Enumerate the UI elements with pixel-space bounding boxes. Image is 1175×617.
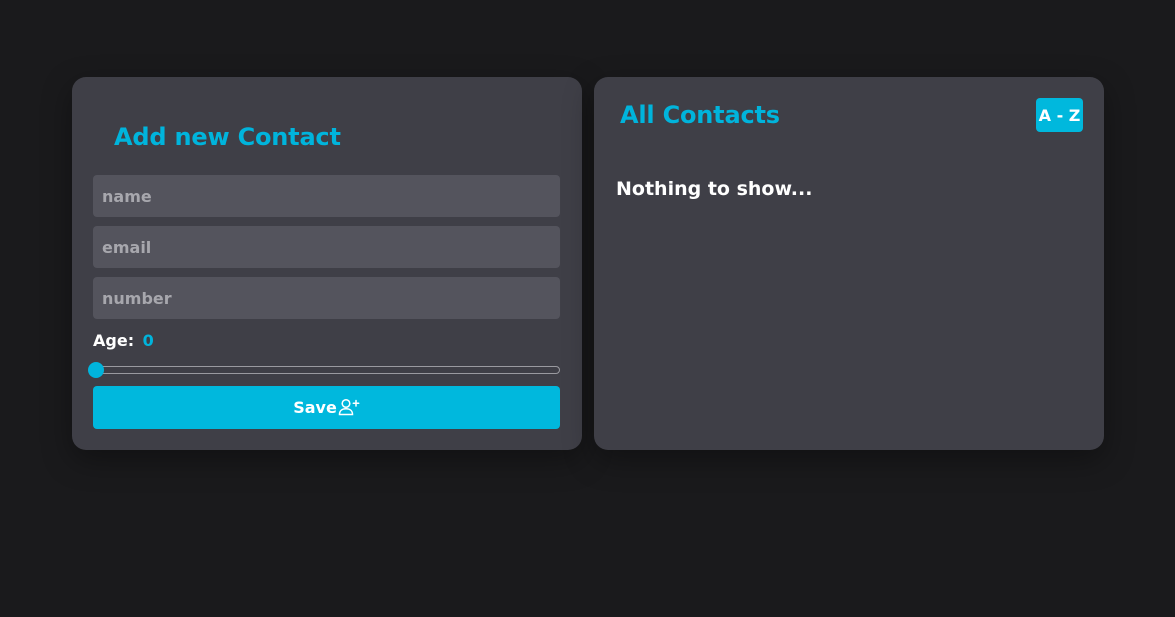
age-row: Age: 0 [93, 331, 154, 350]
number-input[interactable] [93, 277, 560, 319]
save-button-label: Save [293, 398, 337, 417]
add-contact-card: Add new Contact Age: 0 Save [72, 77, 582, 450]
age-value: 0 [142, 331, 154, 350]
save-button[interactable]: Save [93, 386, 560, 429]
empty-state-message: Nothing to show... [616, 178, 813, 200]
contacts-list-title: All Contacts [620, 101, 780, 129]
age-slider-thumb[interactable] [88, 362, 104, 378]
email-input[interactable] [93, 226, 560, 268]
add-contact-title: Add new Contact [114, 123, 341, 151]
age-label: Age: [93, 331, 135, 350]
contacts-list-card: All Contacts A - Z Nothing to show... [594, 77, 1104, 450]
user-plus-icon [338, 398, 360, 415]
name-input[interactable] [93, 175, 560, 217]
sort-az-button[interactable]: A - Z [1036, 98, 1083, 132]
age-slider[interactable] [88, 362, 560, 378]
